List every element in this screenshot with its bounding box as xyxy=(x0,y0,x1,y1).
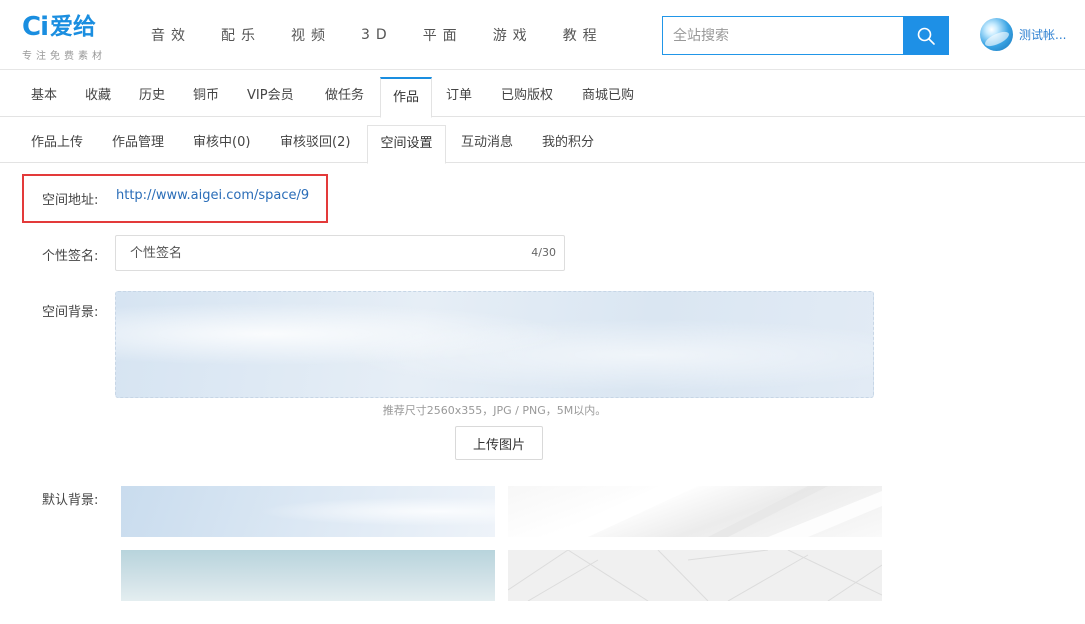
nav-item-graphic[interactable]: 平面 xyxy=(423,25,463,45)
subtab-manage[interactable]: 作品管理 xyxy=(112,125,164,163)
tab-basic[interactable]: 基本 xyxy=(31,77,57,117)
subtab-rejected[interactable]: 审核驳回(2) xyxy=(280,125,350,163)
tab-coins[interactable]: 铜币 xyxy=(193,77,219,117)
account-tabs: 基本 收藏 历史 铜币 VIP会员 做任务 作品 订单 已购版权 商城已购 xyxy=(0,77,1085,118)
background-label: 空间背景: xyxy=(42,305,99,320)
user-name[interactable]: 测试帐... xyxy=(1019,26,1066,43)
works-subtabs: 作品上传 作品管理 审核中(0) 审核驳回(2) 空间设置 互动消息 我的积分 xyxy=(0,125,1085,164)
default-background-option[interactable] xyxy=(121,550,495,601)
tab-works[interactable]: 作品 xyxy=(380,77,432,118)
signature-char-count: 4/30 xyxy=(531,246,556,259)
signature-label: 个性签名: xyxy=(42,249,99,264)
space-url-link[interactable]: http://www.aigei.com/space/9 xyxy=(116,188,309,203)
nav-item-game[interactable]: 游戏 xyxy=(493,25,533,45)
avatar[interactable] xyxy=(980,18,1013,51)
background-preview[interactable] xyxy=(115,291,874,398)
nav-item-tutorial[interactable]: 教程 xyxy=(563,25,603,45)
subtab-points[interactable]: 我的积分 xyxy=(542,125,594,163)
default-background-option[interactable] xyxy=(508,486,882,537)
tab-purchased-licenses[interactable]: 已购版权 xyxy=(501,77,553,117)
default-background-option[interactable] xyxy=(121,486,495,537)
tab-history[interactable]: 历史 xyxy=(139,77,165,117)
main-nav: 音效 配乐 视频 3D 平面 游戏 教程 xyxy=(151,0,633,70)
geometric-line-pattern xyxy=(508,550,882,601)
tab-vip[interactable]: VIP会员 xyxy=(247,77,294,117)
tab-orders[interactable]: 订单 xyxy=(446,77,472,117)
background-hint: 推荐尺寸2560x355，JPG / PNG，5M以内。 xyxy=(382,404,607,417)
logo-ci-mark: Ci xyxy=(22,12,49,42)
nav-item-sound[interactable]: 音效 xyxy=(151,25,191,45)
site-search xyxy=(662,16,949,55)
nav-item-music[interactable]: 配乐 xyxy=(221,25,261,45)
top-header: Ci 爱给 专注免费素材 音效 配乐 视频 3D 平面 游戏 教程 测试帐... xyxy=(0,0,1085,70)
signature-field: 4/30 xyxy=(115,235,565,271)
subtab-upload[interactable]: 作品上传 xyxy=(31,125,83,163)
tab-tasks[interactable]: 做任务 xyxy=(325,77,364,117)
site-logo[interactable]: Ci 爱给 专注免费素材 xyxy=(22,12,142,62)
tab-mall-purchased[interactable]: 商城已购 xyxy=(582,77,634,117)
logo-mark: Ci 爱给 xyxy=(22,12,96,42)
subtab-space-settings[interactable]: 空间设置 xyxy=(367,125,446,164)
light-streak-pattern xyxy=(548,486,882,537)
nav-item-3d[interactable]: 3D xyxy=(361,27,393,43)
logo-slogan: 专注免费素材 xyxy=(22,51,106,62)
search-input[interactable] xyxy=(662,16,903,55)
signature-input[interactable] xyxy=(130,236,510,270)
default-background-option[interactable] xyxy=(508,550,882,601)
upload-image-button[interactable]: 上传图片 xyxy=(455,426,543,460)
search-button[interactable] xyxy=(903,16,949,55)
default-background-label: 默认背景: xyxy=(42,493,99,508)
subtab-reviewing[interactable]: 审核中(0) xyxy=(193,125,250,163)
logo-name: 爱给 xyxy=(50,14,96,40)
nav-item-video[interactable]: 视频 xyxy=(291,25,331,45)
user-menu[interactable]: 测试帐... xyxy=(980,18,1066,51)
tab-favorites[interactable]: 收藏 xyxy=(85,77,111,117)
search-icon xyxy=(917,27,935,45)
space-url-label: 空间地址: xyxy=(42,193,99,208)
subtab-messages[interactable]: 互动消息 xyxy=(461,125,513,163)
